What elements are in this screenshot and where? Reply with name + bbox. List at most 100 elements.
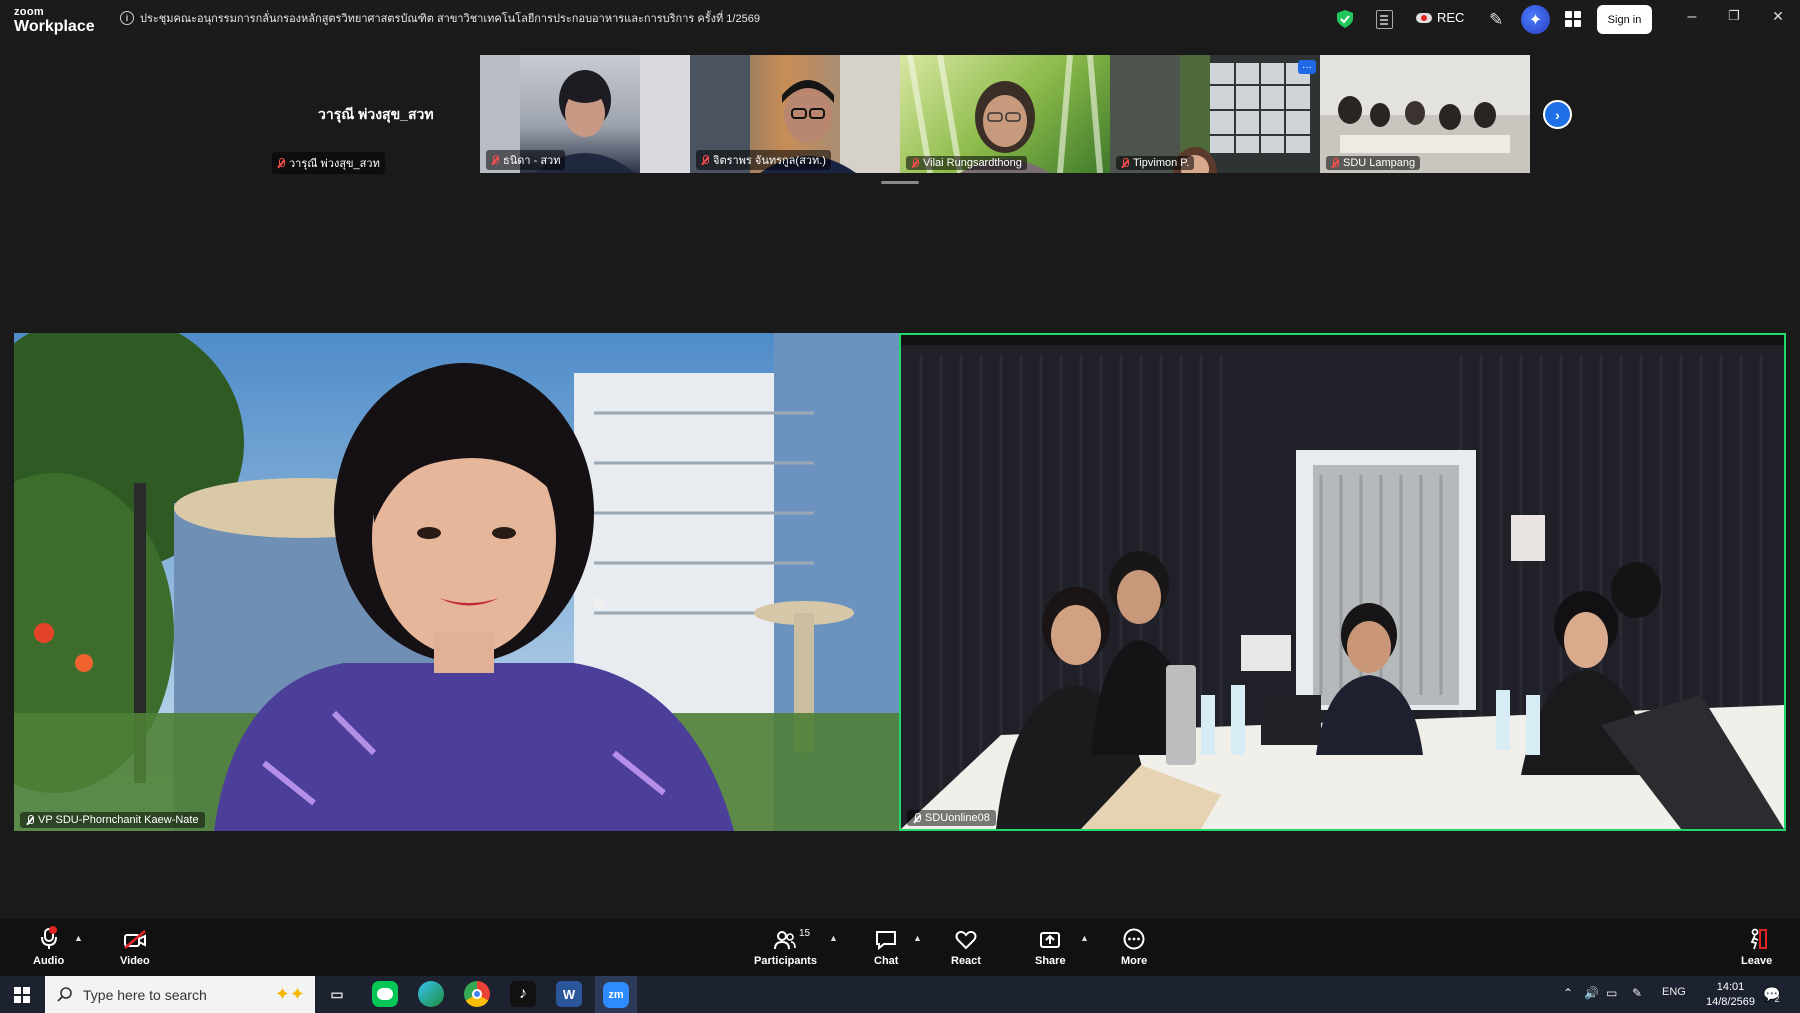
- participant-name: จิตราพร จันทรกูล(สวท.): [713, 155, 826, 167]
- participant-name: VP SDU-Phornchanit Kaew-Nate: [38, 814, 199, 826]
- pen-tray-icon[interactable]: ✎: [1632, 986, 1642, 1000]
- chat-options-caret-icon[interactable]: ▲: [913, 933, 922, 943]
- speaker-tile-right[interactable]: SDUonline08: [899, 333, 1786, 831]
- chat-label: Chat: [874, 955, 899, 967]
- edge-browser-icon[interactable]: [418, 981, 444, 1007]
- participants-label: Participants: [754, 955, 817, 967]
- video-label: Video: [120, 955, 150, 967]
- search-icon: [57, 986, 72, 1002]
- participants-count: 15: [799, 928, 811, 939]
- info-icon[interactable]: i: [120, 11, 134, 25]
- speaker-tile-left[interactable]: VP SDU-Phornchanit Kaew-Nate: [14, 333, 899, 831]
- self-name-text: วารุณี พ่วงสุข_สวท: [289, 158, 380, 170]
- logo-bottom-text: Workplace: [14, 18, 95, 35]
- participant-name: Vilai Rungsardthong: [923, 157, 1022, 169]
- line-app-icon[interactable]: [372, 981, 398, 1007]
- participants-options-caret-icon[interactable]: ▲: [829, 933, 838, 943]
- muted-mic-icon: [911, 157, 919, 169]
- filmstrip-resize-handle[interactable]: [881, 181, 919, 184]
- chat-button[interactable]: Chat: [874, 926, 898, 967]
- annotate-pen-icon[interactable]: ✎: [1489, 10, 1503, 30]
- muted-mic-icon: [701, 154, 709, 166]
- participant-name-label: VP SDU-Phornchanit Kaew-Nate: [20, 812, 205, 828]
- leave-button[interactable]: Leave: [1741, 926, 1772, 967]
- notifications-icon[interactable]: 💬2: [1763, 986, 1785, 1004]
- notification-count: 2: [1774, 994, 1780, 1004]
- participant-name-label: จิตราพร จันทรกูล(สวท.): [696, 150, 831, 170]
- more-options-button[interactable]: ···: [1298, 60, 1316, 74]
- participant-name-label: SDUonline08: [907, 810, 996, 826]
- participant-name: Tipvimon P.: [1133, 157, 1190, 169]
- participant-tile[interactable]: ··· Tipvimon P.: [1110, 55, 1320, 173]
- participant-name-label: SDU Lampang: [1326, 156, 1421, 170]
- react-label: React: [951, 955, 981, 967]
- windows-start-icon[interactable]: [14, 987, 30, 1003]
- share-options-caret-icon[interactable]: ▲: [1080, 933, 1089, 943]
- muted-mic-icon: [1331, 157, 1339, 169]
- clock-date: 14/8/2569: [1706, 996, 1755, 1008]
- muted-mic-icon: [913, 812, 921, 824]
- meeting-info[interactable]: i ประชุมคณะอนุกรรมการกลั่นกรองหลักสูตรวิ…: [120, 9, 760, 27]
- minimize-icon[interactable]: –: [1680, 8, 1704, 26]
- self-name-label: วารุณี พ่วงสุข_สวท: [272, 152, 385, 174]
- share-label: Share: [1035, 955, 1066, 967]
- network-icon[interactable]: ▭: [1606, 986, 1617, 1000]
- notes-icon[interactable]: [1376, 10, 1393, 29]
- sign-in-button[interactable]: Sign in: [1597, 5, 1652, 34]
- participant-tile[interactable]: SDU Lampang: [1320, 55, 1530, 173]
- volume-icon[interactable]: 🔊: [1584, 986, 1599, 1000]
- audio-label: Audio: [33, 955, 65, 967]
- rec-label: REC: [1437, 10, 1465, 25]
- security-shield-icon[interactable]: [1337, 10, 1353, 28]
- more-dots-icon: [1123, 926, 1145, 950]
- microphone-icon: [39, 926, 59, 950]
- more-button[interactable]: More: [1121, 926, 1147, 967]
- audio-options-caret-icon[interactable]: ▲: [74, 933, 83, 943]
- participant-tile[interactable]: ธนิดา - สวท: [480, 55, 690, 173]
- participant-name-label: ธนิดา - สวท: [486, 150, 566, 170]
- apps-grid-icon[interactable]: [1565, 11, 1581, 27]
- video-button[interactable]: Video: [120, 926, 150, 967]
- participant-tile[interactable]: Vilai Rungsardthong: [900, 55, 1110, 173]
- muted-mic-icon: [26, 814, 34, 826]
- ai-companion-icon[interactable]: ✦: [1521, 5, 1550, 34]
- muted-mic-icon: [491, 154, 499, 166]
- audio-button[interactable]: Audio: [33, 926, 64, 967]
- participant-video: [901, 335, 1784, 829]
- chrome-browser-icon[interactable]: [464, 981, 490, 1007]
- search-placeholder: Type here to search: [83, 986, 207, 1003]
- zoom-window: zoom Workplace i ประชุมคณะอนุกรรมการกลั่…: [0, 0, 1800, 1013]
- cloud-record-icon: [1416, 12, 1432, 23]
- muted-mic-icon: [277, 157, 285, 169]
- word-app-icon[interactable]: W: [556, 981, 582, 1007]
- clock-time: 14:01: [1716, 981, 1745, 993]
- zoom-app-icon: zm: [603, 981, 629, 1008]
- participant-name-label: Vilai Rungsardthong: [906, 156, 1027, 170]
- zoom-taskbar-button[interactable]: zm: [595, 976, 637, 1013]
- filmstrip-next-button[interactable]: ›: [1543, 100, 1572, 129]
- share-button[interactable]: Share: [1035, 926, 1066, 967]
- participants-icon: [774, 926, 797, 950]
- recording-indicator[interactable]: REC: [1416, 10, 1464, 25]
- meeting-title: ประชุมคณะอนุกรรมการกลั่นกรองหลักสูตรวิทย…: [140, 13, 760, 25]
- tiktok-app-icon[interactable]: ♪: [510, 981, 536, 1007]
- language-indicator[interactable]: ENG: [1662, 986, 1686, 998]
- more-label: More: [1121, 955, 1148, 967]
- muted-mic-icon: [1121, 157, 1129, 169]
- title-bar: zoom Workplace i ประชุมคณะอนุกรรมการกลั่…: [0, 0, 1800, 41]
- taskbar-search[interactable]: Type here to search ✦✦: [45, 976, 315, 1013]
- share-screen-icon: [1039, 926, 1061, 950]
- chat-icon: [875, 926, 897, 950]
- restore-icon[interactable]: ❐: [1722, 8, 1746, 24]
- participant-name: SDU Lampang: [1343, 157, 1416, 169]
- participant-name: ธนิดา - สวท: [503, 155, 561, 167]
- react-button[interactable]: React: [951, 926, 981, 967]
- system-clock[interactable]: 14:01 14/8/2569: [1706, 980, 1755, 1010]
- windows-taskbar: Type here to search ✦✦ ▭ ♪ W zm ⌃ 🔊 ▭ ✎ …: [0, 976, 1800, 1013]
- task-view-icon[interactable]: ▭: [324, 981, 350, 1007]
- search-highlight-icon: ✦✦: [274, 984, 305, 1004]
- tray-overflow-icon[interactable]: ⌃: [1563, 986, 1573, 1000]
- close-icon[interactable]: ✕: [1766, 8, 1790, 25]
- participant-tile[interactable]: จิตราพร จันทรกูล(สวท.): [690, 55, 900, 173]
- leave-icon: [1746, 926, 1768, 950]
